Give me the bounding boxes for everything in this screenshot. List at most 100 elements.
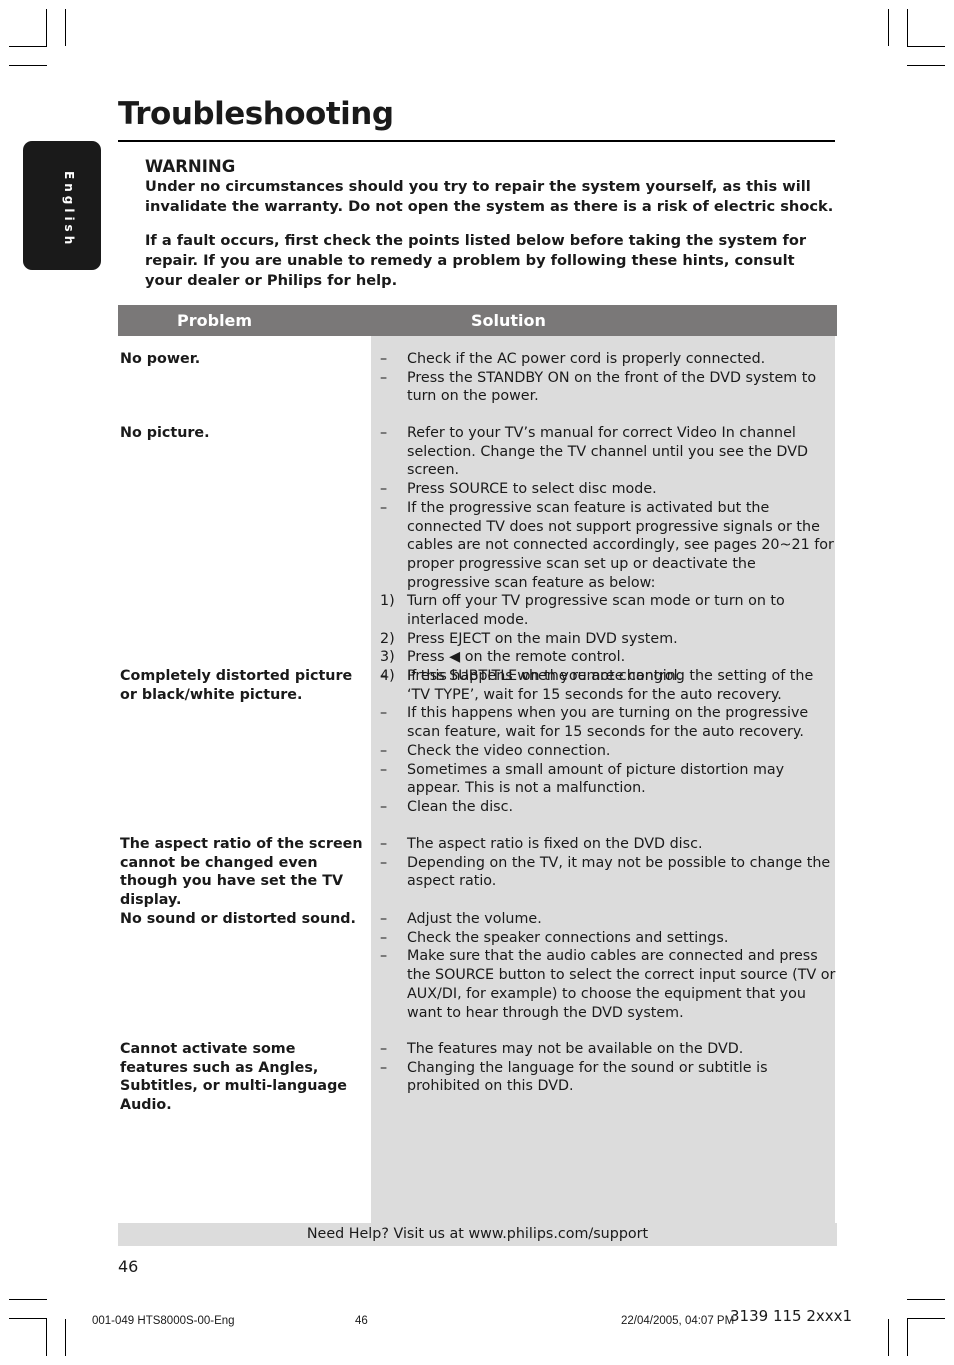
crop-mark	[888, 1319, 889, 1356]
solution-item: 1) Turn off your TV progressive scan mode…	[380, 592, 838, 629]
footer-datetime: 22/04/2005, 04:07 PM	[621, 1315, 735, 1327]
solution-item: – Check the video connection.	[380, 742, 838, 761]
solution-item: – Clean the disc.	[380, 798, 838, 817]
solution-item: – Check the speaker connections and setti…	[380, 929, 838, 948]
problem-text: No picture.	[120, 425, 210, 441]
solution-text: The features may not be available on the…	[407, 1041, 744, 1057]
problem-text: No sound or distorted sound.	[120, 911, 356, 927]
bullet-marker: –	[380, 742, 388, 759]
solution-item: – Sometimes a small amount of picture dis…	[380, 761, 838, 798]
solution-text: Press SOURCE to select disc mode.	[407, 481, 657, 498]
solution-text: Check if the AC power cord is properly c…	[407, 351, 766, 367]
solution-item: – The aspect ratio is fixed on the DVD di…	[380, 835, 838, 854]
solution-text: Depending on the TV, it may not be possi…	[407, 854, 831, 890]
crop-mark	[65, 1319, 66, 1356]
solution-list: – Refer to your TV’s manual for correct V…	[380, 424, 838, 686]
solution-text: Adjust the volume.	[407, 911, 542, 927]
solution-text: Press EJECT on the main DVD system.	[407, 630, 678, 647]
solution-item: 2) Press EJECT on the main DVD system.	[380, 630, 838, 649]
header-solution: Solution	[471, 311, 546, 330]
solution-text: Clean the disc.	[407, 798, 514, 815]
table-header: Problem Solution	[118, 305, 837, 336]
language-tab-label: English	[62, 171, 76, 249]
bullet-marker: –	[380, 761, 388, 778]
solution-item: – Press SOURCE to select disc mode.	[380, 480, 838, 499]
solution-text: Check the speaker connections and settin…	[407, 929, 729, 946]
problem-text: No power.	[120, 351, 201, 367]
bullet-marker: –	[380, 854, 388, 871]
solution-text: Changing the language for the sound or s…	[407, 1059, 768, 1095]
solution-item: – Refer to your TV’s manual for correct V…	[380, 424, 838, 480]
solution-item: – Adjust the volume.	[380, 910, 838, 929]
title-divider	[118, 140, 835, 142]
bullet-marker: –	[380, 948, 388, 965]
bullet-marker: –	[380, 351, 388, 367]
solution-list: – The features may not be available on th…	[380, 1040, 838, 1096]
solution-item: – If this happens when you are turning on…	[380, 704, 838, 741]
crop-mark	[9, 65, 47, 66]
bullet-marker: –	[380, 668, 388, 684]
problem-text: Completely distorted picture or black/wh…	[120, 668, 353, 703]
crop-mark	[888, 9, 889, 46]
crop-mark	[907, 65, 945, 66]
crop-mark	[907, 9, 908, 47]
problem-text: The aspect ratio of the screen cannot be…	[120, 836, 363, 909]
help-banner: Need Help? Visit us at www.philips.com/s…	[118, 1223, 837, 1246]
solution-list: – If this happens when you are changing t…	[380, 667, 838, 817]
crop-mark	[907, 46, 945, 47]
solution-item: – Make sure that the audio cables are con…	[380, 947, 838, 1022]
bullet-marker: –	[380, 1041, 388, 1057]
solution-text: Turn off your TV progressive scan mode o…	[407, 593, 785, 629]
bullet-marker: 2)	[380, 630, 395, 647]
problem-text: Cannot activate some features such as An…	[120, 1041, 348, 1114]
crop-mark	[907, 1318, 945, 1319]
header-problem: Problem	[177, 311, 253, 330]
footer-code: 3139 115 2xxx1	[730, 1307, 853, 1325]
footer-file: 001-049 HTS8000S-00-Eng	[92, 1315, 235, 1327]
crop-mark	[46, 9, 47, 47]
warning-section: WARNING Under no circumstances should yo…	[145, 156, 835, 305]
page-title: Troubleshooting	[118, 96, 394, 132]
solution-item: 3) Press ◀ on the remote control.	[380, 648, 838, 667]
bullet-marker: –	[380, 499, 388, 516]
solution-item: – If this happens when you are changing t…	[380, 667, 838, 704]
fault-instructions: If a fault occurs, first check the point…	[145, 232, 807, 289]
crop-mark	[65, 9, 66, 46]
crop-mark	[907, 1318, 908, 1356]
solution-text: Press the STANDBY ON on the front of the…	[407, 369, 817, 405]
bullet-marker: –	[380, 481, 388, 498]
solution-list: – Check if the AC power cord is properly …	[380, 350, 838, 406]
crop-mark	[9, 1318, 47, 1319]
solution-text: Press ◀ on the remote control.	[407, 649, 626, 666]
solution-text: Make sure that the audio cables are conn…	[407, 948, 836, 1021]
solution-text: The aspect ratio is fixed on the DVD dis…	[407, 836, 703, 852]
solution-text: Check the video connection.	[407, 742, 611, 759]
solution-text: If this happens when you are turning on …	[407, 705, 809, 741]
solution-item: – Changing the language for the sound or …	[380, 1059, 838, 1096]
bullet-marker: –	[380, 705, 388, 722]
solution-item: – The features may not be available on th…	[380, 1040, 838, 1059]
solution-text: Refer to your TV’s manual for correct Vi…	[407, 425, 808, 479]
warning-heading: WARNING	[145, 157, 236, 176]
language-tab: English	[23, 141, 101, 270]
page-number: 46	[118, 1257, 139, 1276]
solution-item: – Press the STANDBY ON on the front of th…	[380, 369, 838, 406]
solution-text: If the progressive scan feature is activ…	[407, 499, 834, 591]
solution-item: – Check if the AC power cord is properly …	[380, 350, 838, 369]
bullet-marker: –	[380, 369, 388, 386]
crop-mark	[46, 1318, 47, 1356]
solution-list: – The aspect ratio is fixed on the DVD di…	[380, 835, 838, 891]
bullet-marker: 3)	[380, 649, 395, 666]
warning-text: Under no circumstances should you try to…	[145, 178, 834, 215]
crop-mark	[9, 46, 47, 47]
footer-page: 46	[355, 1315, 368, 1327]
solution-list: – Adjust the volume. – Check the speaker co…	[380, 910, 838, 1022]
solution-item: – If the progressive scan feature is acti…	[380, 499, 838, 593]
bullet-marker: –	[380, 1059, 388, 1076]
bullet-marker: –	[380, 911, 388, 927]
bullet-marker: –	[380, 798, 388, 815]
bullet-marker: 1)	[380, 593, 395, 610]
solution-item: – Depending on the TV, it may not be poss…	[380, 854, 838, 891]
bullet-marker: –	[380, 929, 388, 946]
bullet-marker: –	[380, 425, 388, 441]
